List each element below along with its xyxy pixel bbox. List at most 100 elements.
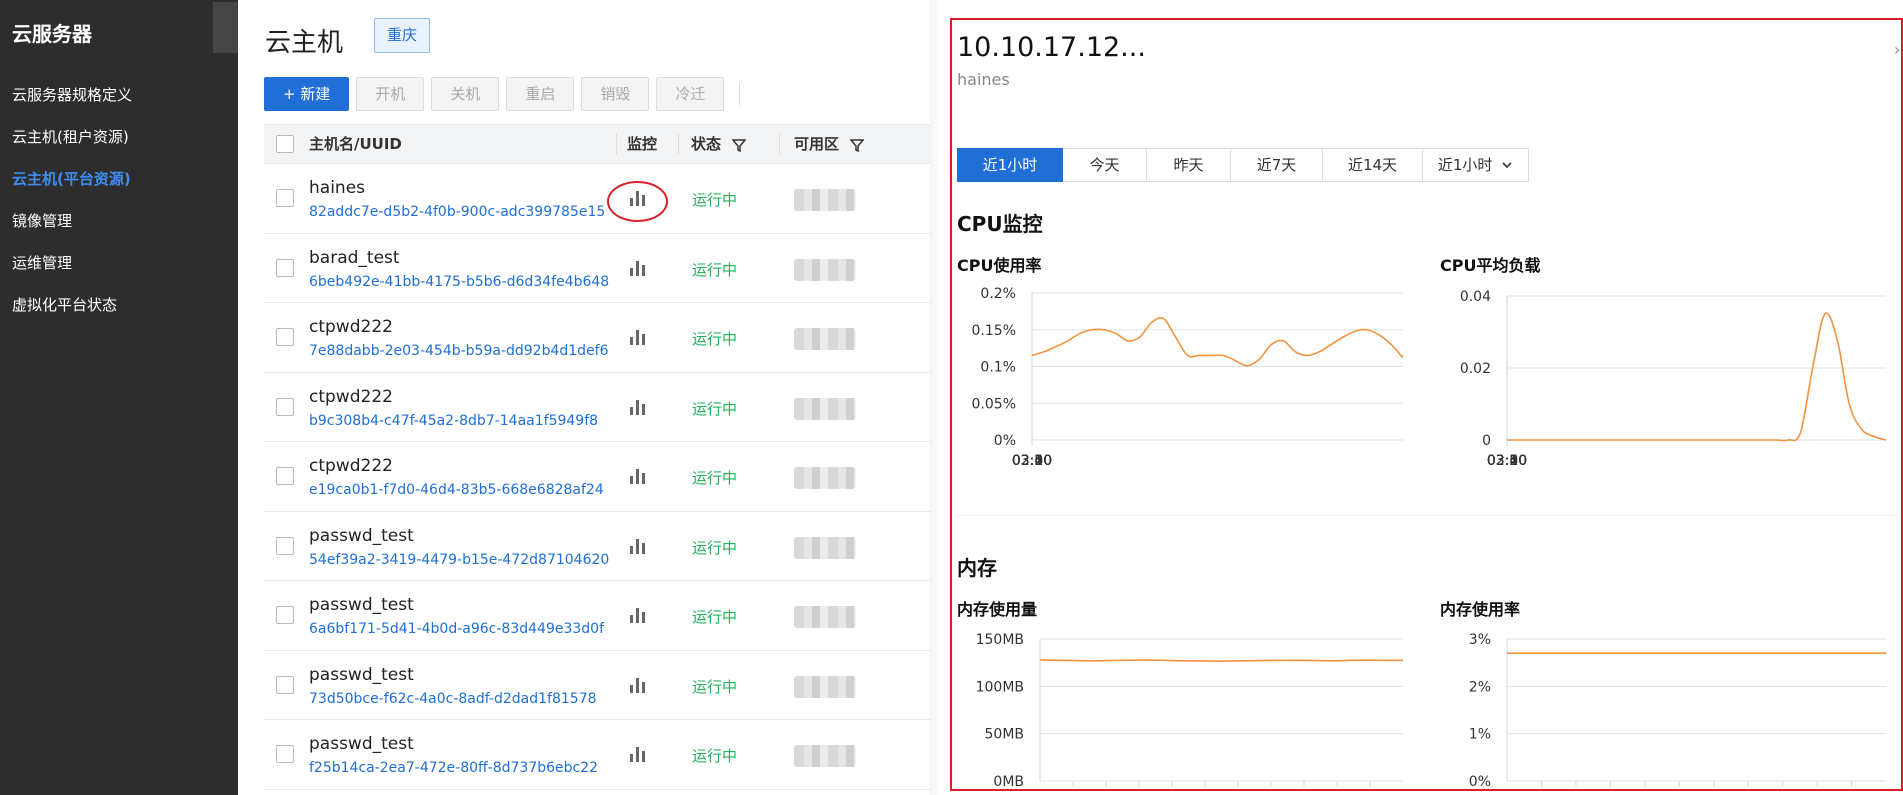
status-badge: 运行中 bbox=[692, 399, 738, 418]
tab-today[interactable]: 今天 bbox=[1063, 148, 1147, 182]
row-checkbox[interactable] bbox=[276, 397, 294, 416]
sidebar-scrollbar[interactable] bbox=[213, 2, 238, 53]
select-all-checkbox[interactable] bbox=[276, 135, 294, 153]
sidebar-item-ops[interactable]: 运维管理 bbox=[0, 242, 238, 284]
start-button[interactable]: 开机 bbox=[356, 77, 425, 111]
table-row[interactable]: haines 82addc7e-d5b2-4f0b-900c-adc399785e… bbox=[264, 164, 930, 234]
x-tick-label: 03:40 bbox=[1012, 453, 1052, 469]
new-button[interactable]: + 新建 bbox=[264, 77, 350, 111]
tab-last-hour[interactable]: 近1小时 bbox=[957, 148, 1063, 182]
panel-shadow bbox=[930, 0, 940, 795]
main-content: 云主机 重庆 + 新建 开机 关机 重启 销毁 冷迁 主机名/UUID 监控 状… bbox=[238, 0, 930, 795]
row-checkbox[interactable] bbox=[276, 328, 294, 346]
bar-chart-icon[interactable] bbox=[629, 746, 647, 762]
bar-chart-icon[interactable] bbox=[629, 190, 647, 206]
close-icon[interactable]: › bbox=[1894, 40, 1900, 59]
table-row[interactable]: passwd_test f25b14ca-2ea7-472e-80ff-8d737… bbox=[264, 720, 930, 790]
mem-used-chart: 0MB 50MB 100MB 150MB bbox=[976, 632, 1404, 790]
column-header-status: 状态 bbox=[691, 125, 747, 163]
column-divider bbox=[616, 134, 617, 154]
vm-uuid-link[interactable]: 6beb492e-41bb-4175-b5b6-d6d34fe4b648 bbox=[309, 274, 609, 290]
column-header-monitor: 监控 bbox=[627, 135, 658, 153]
status-badge: 运行中 bbox=[692, 677, 738, 696]
row-checkbox[interactable] bbox=[276, 606, 294, 624]
table-row[interactable]: passwd_test 6a6bf171-5d41-4b0d-a96c-83d44… bbox=[264, 581, 930, 651]
vm-uuid-link[interactable]: 82addc7e-d5b2-4f0b-900c-adc399785e15 bbox=[309, 204, 605, 220]
table-row[interactable]: passwd_test 73d50bce-f62c-4a0c-8adf-d2dad… bbox=[264, 651, 930, 720]
bar-chart-icon[interactable] bbox=[629, 329, 647, 345]
vm-uuid-link[interactable]: 6a6bf171-5d41-4b0d-a96c-83d449e33d0f bbox=[309, 621, 604, 637]
restart-button[interactable]: 重启 bbox=[506, 77, 575, 111]
sidebar-nav: 云服务器规格定义 云主机(租户资源) 云主机(平台资源) 镜像管理 运维管理 虚… bbox=[0, 74, 238, 326]
sidebar-item-tenant-vms[interactable]: 云主机(租户资源) bbox=[0, 116, 238, 158]
chart-title-mem-used: 内存使用量 bbox=[957, 600, 1038, 619]
zone-filter-icon[interactable] bbox=[850, 138, 865, 152]
vm-name: ctpwd222 bbox=[309, 386, 393, 407]
row-checkbox[interactable] bbox=[276, 745, 294, 763]
table-row[interactable]: ctpwd222 e19ca0b1-f7d0-46d4-83b5-668e6828… bbox=[264, 442, 930, 512]
range-dropdown[interactable]: 近1小时 bbox=[1423, 148, 1529, 182]
column-header-zone: 可用区 bbox=[794, 125, 865, 163]
y-tick-label: 0% bbox=[994, 433, 1016, 449]
vm-name: passwd_test bbox=[309, 525, 414, 546]
destroy-button[interactable]: 销毁 bbox=[581, 77, 650, 111]
zone-redacted bbox=[794, 536, 856, 559]
vm-uuid-link[interactable]: b9c308b4-c47f-45a2-8db7-14aa1f5949f8 bbox=[309, 413, 598, 429]
section-divider bbox=[957, 515, 1897, 516]
tab-last-14-days[interactable]: 近14天 bbox=[1323, 148, 1423, 182]
status-badge: 运行中 bbox=[692, 538, 738, 557]
row-checkbox[interactable] bbox=[276, 189, 294, 207]
tab-yesterday[interactable]: 昨天 bbox=[1147, 148, 1231, 182]
cold-migrate-button[interactable]: 冷迁 bbox=[656, 77, 725, 111]
chart-title-mem-rate: 内存使用率 bbox=[1440, 600, 1521, 619]
zone-redacted bbox=[794, 606, 856, 628]
sidebar-item-virt-status[interactable]: 虚拟化平台状态 bbox=[0, 284, 238, 326]
row-checkbox[interactable] bbox=[276, 258, 294, 277]
section-title-memory: 内存 bbox=[957, 556, 997, 580]
bar-chart-icon[interactable] bbox=[629, 677, 647, 693]
vm-uuid-link[interactable]: e19ca0b1-f7d0-46d4-83b5-668e6828af24 bbox=[309, 482, 604, 498]
column-header-name: 主机名/UUID bbox=[309, 135, 402, 153]
column-divider bbox=[678, 134, 679, 154]
bar-chart-icon[interactable] bbox=[629, 538, 647, 554]
vm-uuid-link[interactable]: 73d50bce-f62c-4a0c-8adf-d2dad1f81578 bbox=[309, 691, 597, 707]
sidebar-item-flavor[interactable]: 云服务器规格定义 bbox=[0, 74, 238, 116]
vm-table: 主机名/UUID 监控 状态 可用区 haines 82addc7e-d5b2-4… bbox=[264, 124, 930, 790]
zone-redacted bbox=[794, 397, 856, 420]
cpu-load-chart: 00.020.0402:5003:0003:1003:2003:3003:40 bbox=[1460, 289, 1887, 469]
row-checkbox[interactable] bbox=[276, 675, 294, 694]
y-tick-label: 0 bbox=[1482, 433, 1491, 449]
status-badge: 运行中 bbox=[692, 330, 738, 348]
y-tick-label: 2% bbox=[1469, 679, 1491, 695]
sidebar-item-platform-vms[interactable]: 云主机(平台资源) bbox=[0, 158, 238, 200]
y-tick-label: 0% bbox=[1469, 774, 1491, 790]
y-tick-label: 0.05% bbox=[972, 396, 1016, 412]
status-filter-icon[interactable] bbox=[732, 138, 747, 152]
vm-uuid-link[interactable]: 7e88dabb-2e03-454b-b59a-dd92b4d1def6 bbox=[309, 343, 609, 359]
row-checkbox[interactable] bbox=[276, 536, 294, 555]
vm-name: passwd_test bbox=[309, 595, 414, 615]
region-selector[interactable]: 重庆 bbox=[374, 18, 431, 53]
bar-chart-icon[interactable] bbox=[629, 468, 647, 484]
mem-rate-chart: 0% 1% 2% 3% bbox=[1469, 632, 1886, 790]
chart-title-cpu-load: CPU平均负载 bbox=[1440, 256, 1541, 275]
vm-name: passwd_test bbox=[309, 664, 414, 685]
bar-chart-icon[interactable] bbox=[629, 607, 647, 623]
bar-chart-icon[interactable] bbox=[629, 399, 647, 415]
status-badge: 运行中 bbox=[692, 608, 738, 626]
bar-chart-icon[interactable] bbox=[629, 260, 647, 276]
vm-name: ctpwd222 bbox=[309, 456, 393, 476]
app-title: 云服务器 bbox=[12, 22, 92, 46]
vm-uuid-link[interactable]: f25b14ca-2ea7-472e-80ff-8d737b6ebc22 bbox=[309, 760, 598, 776]
shutdown-button[interactable]: 关机 bbox=[431, 77, 500, 111]
vm-uuid-link[interactable]: 54ef39a2-3419-4479-b15e-472d87104620 bbox=[309, 552, 609, 568]
tab-last-7-days[interactable]: 近7天 bbox=[1231, 148, 1323, 182]
row-checkbox[interactable] bbox=[276, 467, 294, 485]
table-row[interactable]: passwd_test 54ef39a2-3419-4479-b15e-472d8… bbox=[264, 512, 930, 581]
table-row[interactable]: ctpwd222 b9c308b4-c47f-45a2-8db7-14aa1f59… bbox=[264, 373, 930, 442]
y-tick-label: 1% bbox=[1469, 727, 1491, 743]
table-row[interactable]: ctpwd222 7e88dabb-2e03-454b-b59a-dd92b4d1… bbox=[264, 303, 930, 373]
status-badge: 运行中 bbox=[692, 747, 738, 765]
table-row[interactable]: barad_test 6beb492e-41bb-4175-b5b6-d6d34f… bbox=[264, 234, 930, 303]
sidebar-item-images[interactable]: 镜像管理 bbox=[0, 200, 238, 242]
